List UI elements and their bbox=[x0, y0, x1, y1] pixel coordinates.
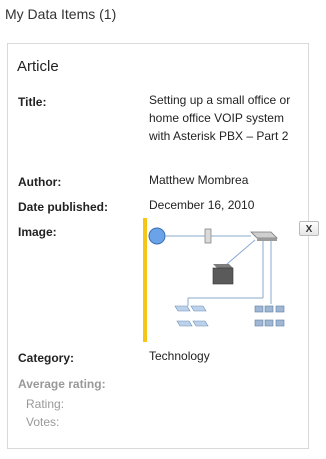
category-value: Technology bbox=[149, 349, 210, 363]
ip-phone-icon bbox=[174, 305, 209, 327]
author-value: Matthew Mombrea bbox=[149, 173, 249, 187]
category-label: Category: bbox=[18, 351, 75, 365]
image-accent-bar bbox=[143, 218, 147, 342]
item-type-heading: Article bbox=[17, 58, 59, 75]
panel-title: My Data Items (1) bbox=[5, 6, 117, 22]
server-icon bbox=[212, 264, 234, 285]
firewall-icon bbox=[204, 228, 212, 244]
date-published-label: Date published: bbox=[18, 200, 109, 214]
router-icon bbox=[250, 231, 278, 241]
image-label: Image: bbox=[18, 225, 57, 239]
data-item-card: Article Title: Setting up a small office… bbox=[7, 43, 319, 449]
date-published-value: December 16, 2010 bbox=[149, 198, 255, 212]
author-label: Author: bbox=[18, 175, 62, 189]
network-diagram-image bbox=[143, 218, 285, 342]
title-value: Setting up a small office or home office… bbox=[149, 93, 291, 143]
average-rating-label: Average rating: bbox=[18, 377, 106, 391]
title-label: Title: bbox=[18, 95, 47, 109]
office-phone-icon bbox=[254, 305, 285, 327]
remove-image-button[interactable]: X bbox=[299, 221, 319, 236]
article-image bbox=[143, 218, 293, 342]
internet-cloud-icon bbox=[148, 227, 166, 245]
rating-label: Rating: bbox=[26, 397, 65, 411]
votes-label: Votes: bbox=[26, 415, 60, 429]
